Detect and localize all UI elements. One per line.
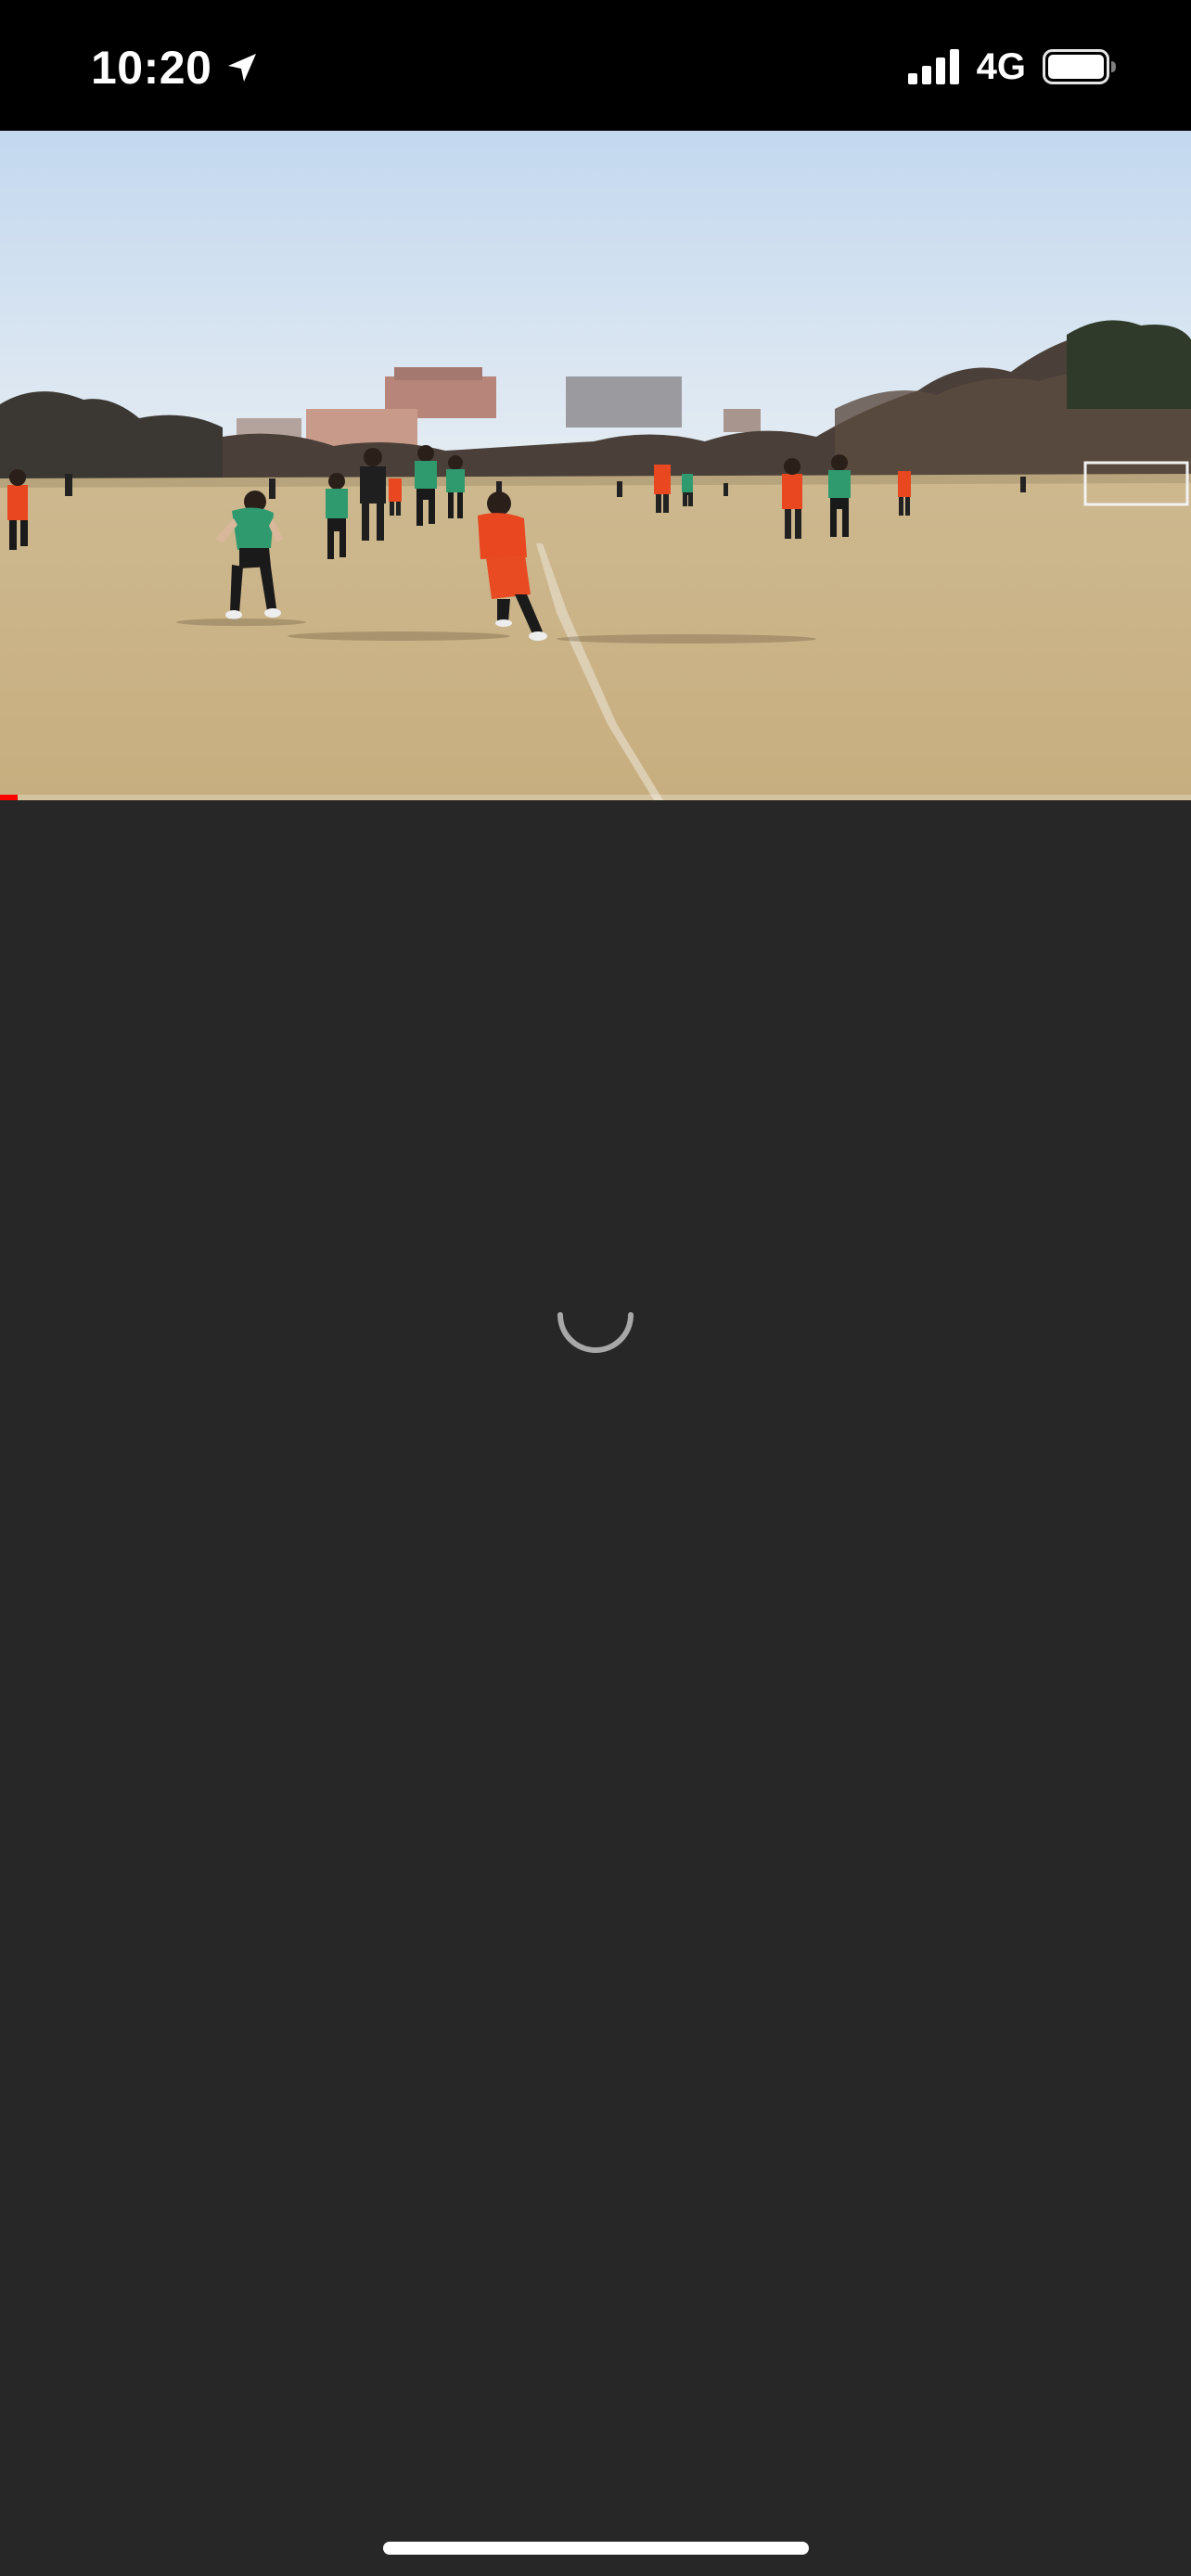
loading-spinner-icon: [553, 1272, 638, 1358]
status-bar: 10:20 4G: [0, 0, 1191, 131]
video-progress-fill: [0, 795, 19, 800]
clock-group: 10:20: [91, 35, 260, 100]
video-progress-bar[interactable]: [0, 795, 1191, 800]
video-scene-image: [0, 131, 1191, 800]
battery-full-icon: [1043, 49, 1117, 84]
home-indicator[interactable]: [383, 2542, 809, 2555]
network-type: 4G: [976, 46, 1026, 87]
location-arrow-icon: [224, 50, 260, 85]
video-frame[interactable]: [0, 131, 1191, 800]
status-time: 10:20: [91, 42, 212, 94]
cellular-signal-icon: [907, 49, 964, 84]
status-indicators: 4G: [907, 41, 1117, 93]
video-player-screen: 10:20 4G: [0, 0, 1191, 2576]
